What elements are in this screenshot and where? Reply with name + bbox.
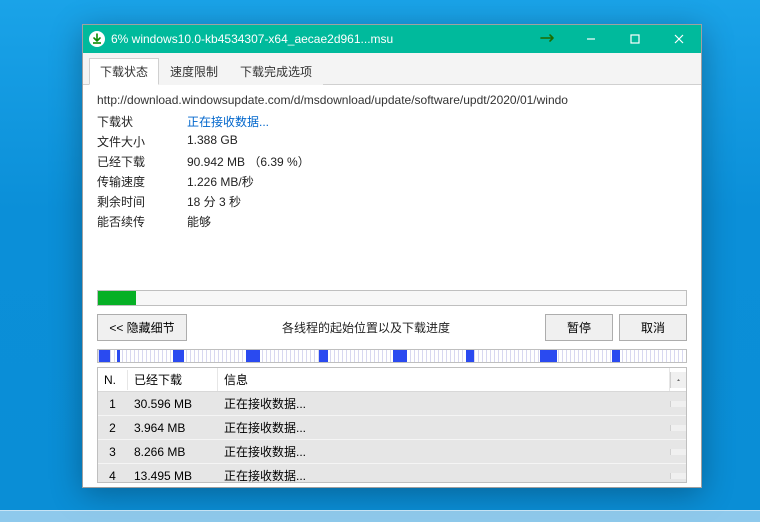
scroll-up-icon[interactable] xyxy=(670,372,686,388)
cell-n: 4 xyxy=(98,466,128,483)
cell-n: 2 xyxy=(98,418,128,438)
window-controls xyxy=(569,25,701,53)
scroll-gutter xyxy=(670,425,686,431)
extension-arrow-icon xyxy=(529,32,569,46)
cancel-button[interactable]: 取消 xyxy=(619,314,687,341)
cell-n: 3 xyxy=(98,442,128,462)
label-remaining: 剩余时间 xyxy=(97,193,187,210)
desktop-taskbar[interactable] xyxy=(0,510,760,522)
segment-chunk xyxy=(117,350,121,362)
cell-info: 正在接收数据... xyxy=(218,464,670,482)
scroll-gutter xyxy=(670,401,686,407)
label-resume: 能否续传 xyxy=(97,213,187,230)
idm-app-icon xyxy=(89,31,105,47)
overall-progress-fill xyxy=(98,291,136,305)
segment-chunk xyxy=(173,350,184,362)
maximize-button[interactable] xyxy=(613,25,657,53)
label-speed: 传输速度 xyxy=(97,173,187,190)
segment-chunk xyxy=(393,350,407,362)
col-info[interactable]: 信息 xyxy=(218,368,670,391)
table-row[interactable]: 130.596 MB正在接收数据... xyxy=(98,392,686,416)
button-row: << 隐藏细节 各线程的起始位置以及下载进度 暂停 取消 xyxy=(97,314,687,341)
threads-body: 130.596 MB正在接收数据...23.964 MB正在接收数据...38.… xyxy=(98,392,686,482)
tab-strip: 下载状态 速度限制 下载完成选项 xyxy=(83,53,701,85)
label-downloaded: 已经下载 xyxy=(97,153,187,170)
pause-button[interactable]: 暂停 xyxy=(545,314,613,341)
threads-table: N. 已经下载 信息 130.596 MB正在接收数据...23.964 MB正… xyxy=(97,367,687,483)
segments-hint: 各线程的起始位置以及下载进度 xyxy=(193,319,539,336)
table-row[interactable]: 23.964 MB正在接收数据... xyxy=(98,416,686,440)
value-status: 正在接收数据... xyxy=(187,113,687,130)
value-speed: 1.226 MB/秒 xyxy=(187,173,687,190)
tab-speed-limit[interactable]: 速度限制 xyxy=(159,58,229,85)
cell-downloaded: 30.596 MB xyxy=(128,394,218,414)
segment-chunk xyxy=(466,350,474,362)
overall-progress-bar xyxy=(97,290,687,306)
cell-n: 1 xyxy=(98,394,128,414)
segment-chunk xyxy=(540,350,556,362)
minimize-button[interactable] xyxy=(569,25,613,53)
scroll-gutter xyxy=(670,473,686,479)
window-title: 6% windows10.0-kb4534307-x64_aecae2d961.… xyxy=(111,32,529,46)
value-resume: 能够 xyxy=(187,213,687,230)
value-downloaded: 90.942 MB （6.39 %） xyxy=(187,153,687,170)
segment-chunk xyxy=(319,350,328,362)
label-filesize: 文件大小 xyxy=(97,133,187,150)
col-n[interactable]: N. xyxy=(98,370,128,390)
download-url: http://download.windowsupdate.com/d/msdo… xyxy=(97,93,687,107)
tab-on-complete[interactable]: 下载完成选项 xyxy=(229,58,323,85)
segments-bar xyxy=(97,349,687,363)
cell-downloaded: 3.964 MB xyxy=(128,418,218,438)
label-status: 下载状 xyxy=(97,113,187,130)
threads-header: N. 已经下载 信息 xyxy=(98,368,686,392)
cell-downloaded: 13.495 MB xyxy=(128,466,218,483)
segment-chunk xyxy=(246,350,260,362)
cell-info: 正在接收数据... xyxy=(218,440,670,463)
cell-downloaded: 8.266 MB xyxy=(128,442,218,462)
cell-info: 正在接收数据... xyxy=(218,416,670,439)
status-panel: http://download.windowsupdate.com/d/msdo… xyxy=(83,85,701,487)
cell-info: 正在接收数据... xyxy=(218,392,670,415)
value-filesize: 1.388 GB xyxy=(187,133,687,150)
table-row[interactable]: 413.495 MB正在接收数据... xyxy=(98,464,686,482)
hide-details-button[interactable]: << 隐藏细节 xyxy=(97,314,187,341)
tab-download-status[interactable]: 下载状态 xyxy=(89,58,159,85)
value-remaining: 18 分 3 秒 xyxy=(187,193,687,210)
col-downloaded[interactable]: 已经下载 xyxy=(128,368,218,391)
segment-chunk xyxy=(99,350,110,362)
info-grid: 下载状 正在接收数据... 文件大小 1.388 GB 已经下载 90.942 … xyxy=(97,113,687,230)
table-row[interactable]: 38.266 MB正在接收数据... xyxy=(98,440,686,464)
segment-chunk xyxy=(612,350,620,362)
titlebar[interactable]: 6% windows10.0-kb4534307-x64_aecae2d961.… xyxy=(83,25,701,53)
close-button[interactable] xyxy=(657,25,701,53)
scroll-gutter xyxy=(670,449,686,455)
download-dialog: 6% windows10.0-kb4534307-x64_aecae2d961.… xyxy=(82,24,702,488)
